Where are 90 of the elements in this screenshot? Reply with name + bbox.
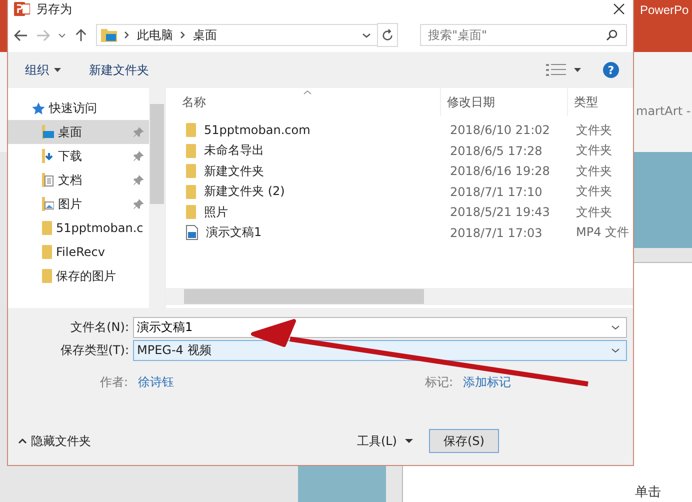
sidebar-item[interactable]: 下载 — [8, 144, 149, 168]
star-icon — [32, 102, 45, 114]
sidebar-item[interactable]: 快速访问 — [8, 96, 149, 120]
add-tags-link[interactable]: 添加标记 — [463, 374, 511, 390]
chevron-down-icon[interactable] — [611, 348, 620, 352]
breadcrumb-item[interactable]: 桌面 — [193, 26, 217, 44]
file-name-field[interactable]: 演示文稿1 — [133, 316, 627, 338]
ribbon-label: martArt - — [636, 104, 691, 118]
scrollbar[interactable] — [166, 288, 633, 305]
refresh-icon[interactable] — [380, 28, 394, 42]
chevron-down-icon[interactable] — [611, 324, 620, 330]
file-name[interactable]: 新建文件夹 — [204, 162, 264, 180]
table-cell-text: 2018/6/5 17:28 — [449, 144, 544, 158]
file-name[interactable]: 新建文件夹 (2) — [204, 183, 285, 200]
tags-label: 标记: — [424, 374, 454, 390]
caret-icon[interactable] — [54, 68, 61, 72]
folder-icon — [186, 205, 196, 220]
table-cell-text: 文件夹 — [575, 162, 613, 180]
column-header[interactable]: 名称 — [166, 94, 440, 110]
picture-icon — [42, 197, 54, 211]
file-name-input[interactable]: 演示文稿1 — [137, 320, 611, 334]
download-folder-icon — [42, 149, 54, 163]
folder-icon — [101, 28, 117, 42]
folder-icon — [186, 184, 196, 199]
desktop-folder-icon — [42, 125, 54, 139]
organize-menu[interactable]: 组织 — [25, 62, 61, 78]
file-name[interactable]: 照片 — [204, 204, 228, 221]
sidebar-item[interactable]: 保存的图片 — [8, 264, 149, 288]
dropdown-icon[interactable] — [574, 68, 581, 72]
table-cell-text: 2018/7/1 17:03 — [449, 226, 544, 240]
file-name[interactable]: 演示文稿1 — [206, 224, 262, 242]
table-cell-text: 文件夹 — [575, 122, 613, 139]
table-cell-text: MP4 文件 — [575, 224, 630, 242]
table-cell-text: 2018/6/16 19:28 — [449, 164, 551, 178]
field-label: 保存类型(T): — [59, 342, 130, 358]
table-cell-text: 2018/5/21 19:43 — [449, 205, 551, 220]
folder-icon — [42, 245, 52, 259]
slide-text: 单击 — [635, 484, 661, 501]
author-label: 作者: — [98, 374, 129, 390]
app-title: PowerPo — [640, 3, 689, 17]
file-name[interactable]: 51pptmoban.com — [204, 123, 310, 138]
chevron-down-icon[interactable] — [58, 32, 66, 38]
column-header[interactable]: 类型 — [567, 88, 633, 116]
help-icon[interactable]: ? — [603, 62, 619, 78]
field-label: 文件名(N): — [70, 318, 130, 336]
sidebar-item[interactable]: 文档 — [8, 168, 149, 192]
sidebar-item[interactable]: FileRecv — [8, 240, 149, 264]
hide-folders-toggle[interactable]: 隐藏文件夹 — [18, 432, 91, 450]
author-link[interactable]: 徐诗钰 — [138, 374, 174, 390]
window-title: 另存为 — [36, 0, 72, 18]
sidebar-item[interactable]: 桌面 — [8, 120, 149, 144]
breadcrumb-item[interactable]: 此电脑 — [137, 26, 173, 44]
chevron-right-icon — [124, 31, 130, 39]
search-icon[interactable] — [606, 29, 618, 41]
document-icon — [42, 173, 54, 187]
pin-icon[interactable] — [133, 174, 144, 186]
folder-icon — [42, 221, 52, 235]
refresh-button[interactable] — [377, 23, 398, 47]
chevron-right-icon — [180, 31, 186, 39]
sidebar-item[interactable]: 51pptmoban.c — [8, 216, 149, 240]
pin-icon[interactable] — [133, 150, 144, 162]
file-name[interactable]: 未命名导出 — [204, 142, 264, 160]
video-file-icon — [186, 225, 198, 240]
chevron-up-icon[interactable] — [18, 438, 27, 444]
search-field[interactable]: 搜索"桌面" — [420, 24, 627, 46]
table-cell-text: 文件夹 — [575, 183, 613, 200]
chevron-down-icon[interactable] — [362, 32, 371, 38]
table-cell-text: 2018/6/10 21:02 — [449, 123, 551, 138]
folder-icon — [42, 269, 52, 283]
folder-icon — [186, 144, 196, 158]
table-cell-text: 文件夹 — [575, 142, 613, 160]
column-header[interactable]: 修改日期 — [440, 88, 567, 116]
table-cell-text: 2018/7/1 17:10 — [449, 184, 544, 199]
table-cell-text: 文件夹 — [575, 204, 613, 221]
up-arrow-icon[interactable] — [74, 28, 88, 42]
view-list-icon[interactable] — [546, 63, 566, 77]
tools-menu[interactable]: 工具(L) — [356, 432, 413, 450]
new-folder-button[interactable]: 新建文件夹 — [89, 62, 149, 78]
pin-icon[interactable] — [133, 198, 144, 210]
folder-icon — [186, 164, 196, 178]
folder-icon — [186, 123, 196, 138]
caret-icon[interactable] — [405, 439, 413, 443]
address-bar[interactable]: 此电脑 桌面 — [96, 24, 378, 46]
search-input[interactable]: 搜索"桌面" — [426, 27, 606, 43]
save-button[interactable]: 保存(S) — [429, 429, 499, 453]
sidebar-item[interactable]: 图片 — [8, 192, 149, 216]
close-icon[interactable] — [613, 3, 625, 15]
save-type-dropdown[interactable]: MPEG-4 视频 — [133, 340, 627, 360]
sort-caret-icon[interactable] — [303, 90, 312, 95]
back-arrow-icon[interactable] — [14, 28, 28, 42]
